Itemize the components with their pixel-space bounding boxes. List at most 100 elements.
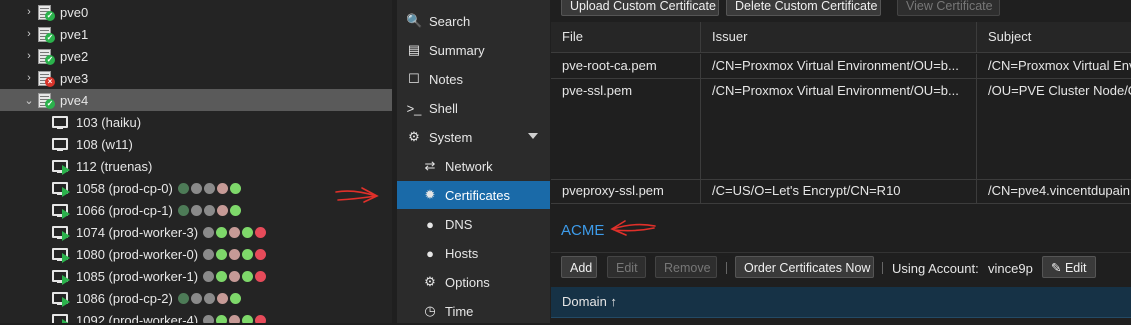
delete-custom-certificate-button[interactable]: Delete Custom Certificate xyxy=(726,0,881,16)
expand-toggle-icon[interactable]: › xyxy=(24,72,34,84)
col-domain[interactable]: Domain ↑ xyxy=(562,287,617,317)
tree-node-pve4[interactable]: ⌄ ✓ pve4 xyxy=(0,89,392,111)
nav-item-time[interactable]: ◷ Time xyxy=(397,297,550,325)
certificates-icon: ✹ xyxy=(424,187,436,202)
server-node-icon: × xyxy=(37,70,55,87)
col-file[interactable]: File xyxy=(551,22,701,52)
server-node-icon: ✓ xyxy=(37,4,55,21)
tree-node-pve1[interactable]: › ✓ pve1 xyxy=(0,23,392,45)
toolbar-separator xyxy=(726,262,727,274)
toolbar-separator xyxy=(882,262,883,274)
upload-custom-certificate-button[interactable]: Upload Custom Certificate xyxy=(561,0,719,16)
tree-item-label: 1058 (prod-cp-0) xyxy=(76,180,173,196)
nav-item-dns[interactable]: ● DNS xyxy=(397,210,550,238)
nav-item-label: Shell xyxy=(429,100,458,116)
expand-toggle-icon[interactable]: › xyxy=(24,50,34,62)
summary-icon: ▤ xyxy=(407,42,421,57)
nav-item-shell[interactable]: >_ Shell xyxy=(397,94,550,122)
account-edit-label: Edit xyxy=(1064,261,1087,275)
tag-dot xyxy=(190,204,202,216)
nav-item-label: Network xyxy=(445,158,493,174)
running-vm-icon xyxy=(52,291,70,307)
tag-dot xyxy=(255,314,267,323)
acme-remove-button[interactable]: Remove xyxy=(655,256,717,278)
annotation-arrow-certificates xyxy=(335,187,379,203)
domain-grid-header[interactable]: Domain ↑ xyxy=(551,287,1131,318)
nav-item-notes[interactable]: ☐ Notes xyxy=(397,65,550,93)
server-node-icon: ✓ xyxy=(37,48,55,65)
account-edit-button[interactable]: ✎ Edit xyxy=(1042,256,1096,278)
cell-issuer: /CN=Proxmox Virtual Environment/OU=b... xyxy=(701,79,977,179)
network-icon: ⇄ xyxy=(424,158,436,173)
tree-vm-item[interactable]: 1085 (prod-worker-1) xyxy=(0,265,392,287)
tag-dot xyxy=(216,292,228,304)
time-icon: ◷ xyxy=(424,303,436,318)
nav-item-label: Search xyxy=(429,13,471,29)
table-row[interactable]: pveproxy-ssl.pem /C=US/O=Let's Encrypt/C… xyxy=(551,179,1131,204)
nav-item-system[interactable]: ⚙ System xyxy=(397,123,550,151)
nav-item-network[interactable]: ⇄ Network xyxy=(397,152,550,180)
cell-file: pve-ssl.pem xyxy=(551,79,701,179)
tag-dot xyxy=(255,248,267,260)
running-vm-icon xyxy=(52,247,70,263)
tag-dot xyxy=(229,248,241,260)
tag-dot xyxy=(229,270,241,282)
tree-node-pve2[interactable]: › ✓ pve2 xyxy=(0,45,392,67)
tag-dot xyxy=(229,226,241,238)
tree-item-label: 112 (truenas) xyxy=(76,158,153,174)
cell-subject: /CN=pve4.vincentdupain. xyxy=(988,183,1131,198)
certificates-grid-header: File Issuer Subject xyxy=(551,22,1131,53)
tree-item-label: 1074 (prod-worker-3) xyxy=(76,224,199,240)
tree-vm-item[interactable]: 103 (haiku) xyxy=(0,111,392,133)
notes-icon: ☐ xyxy=(408,71,420,86)
shell-icon: >_ xyxy=(406,100,422,116)
running-vm-icon xyxy=(52,203,70,219)
chevron-down-icon[interactable] xyxy=(528,133,538,139)
tag-dot xyxy=(229,292,241,304)
server-node-icon: ✓ xyxy=(37,26,55,43)
table-row[interactable]: pve-root-ca.pem /CN=Proxmox Virtual Envi… xyxy=(551,54,1131,79)
nav-item-search[interactable]: 🔍 Search xyxy=(397,7,550,35)
tree-item-label: pve2 xyxy=(60,48,89,64)
tree-vm-item[interactable]: 1080 (prod-worker-0) xyxy=(0,243,392,265)
col-issuer[interactable]: Issuer xyxy=(701,22,977,52)
tag-dot xyxy=(216,182,228,194)
acme-add-button[interactable]: Add xyxy=(561,256,597,278)
nav-item-certificates[interactable]: ✹ Certificates xyxy=(397,181,550,209)
col-subject[interactable]: Subject xyxy=(977,22,1131,52)
tag-dot xyxy=(203,182,215,194)
cell-file: pve-root-ca.pem xyxy=(551,54,701,78)
cell-issuer: /CN=Proxmox Virtual Environment/OU=b... xyxy=(701,54,977,78)
tag-dot xyxy=(242,248,254,260)
order-certificates-now-button[interactable]: Order Certificates Now xyxy=(735,256,874,278)
tree-vm-item[interactable]: 1074 (prod-worker-3) xyxy=(0,221,392,243)
tree-item-label: pve1 xyxy=(60,26,89,42)
table-row[interactable]: pve-ssl.pem /CN=Proxmox Virtual Environm… xyxy=(551,79,1131,180)
tree-item-label: 1085 (prod-worker-1) xyxy=(76,268,199,284)
acme-edit-button-disabled[interactable]: Edit xyxy=(607,256,646,278)
tag-dot xyxy=(255,226,267,238)
node-config-nav: 🔍 Search ▤ Summary ☐ Notes >_ Shell ⚙ System ⇄ Netw… xyxy=(397,0,550,323)
dns-icon: ● xyxy=(426,216,434,232)
expand-toggle-icon[interactable]: › xyxy=(24,6,34,18)
expand-toggle-icon[interactable]: ⌄ xyxy=(24,94,34,107)
resource-tree: › ✓ pve0 › ✓ pve1 › ✓ pve2 › × pve3 ⌄ ✓ pve4 103 (haiku… xyxy=(0,0,392,323)
tag-dot xyxy=(229,182,241,194)
tree-vm-item[interactable]: 1092 (prod-worker-4) xyxy=(0,309,392,323)
acme-section-title: ACME xyxy=(561,222,605,239)
server-node-icon: ✓ xyxy=(37,92,55,109)
tree-vm-item[interactable]: 1086 (prod-cp-2) xyxy=(0,287,392,309)
tree-item-label: 108 (w11) xyxy=(76,136,133,152)
tag-dot xyxy=(177,204,189,216)
tree-node-pve0[interactable]: › ✓ pve0 xyxy=(0,1,392,23)
tree-vm-item[interactable]: 112 (truenas) xyxy=(0,155,392,177)
nav-item-hosts[interactable]: ● Hosts xyxy=(397,239,550,267)
view-certificate-button[interactable]: View Certificate xyxy=(897,0,1000,16)
running-vm-icon xyxy=(52,225,70,241)
nav-item-options[interactable]: ⚙ Options xyxy=(397,268,550,296)
tree-node-pve3[interactable]: › × pve3 xyxy=(0,67,392,89)
tree-vm-item[interactable]: 108 (w11) xyxy=(0,133,392,155)
nav-item-summary[interactable]: ▤ Summary xyxy=(397,36,550,64)
expand-toggle-icon[interactable]: › xyxy=(24,28,34,40)
vm-tag-dots xyxy=(177,292,243,304)
